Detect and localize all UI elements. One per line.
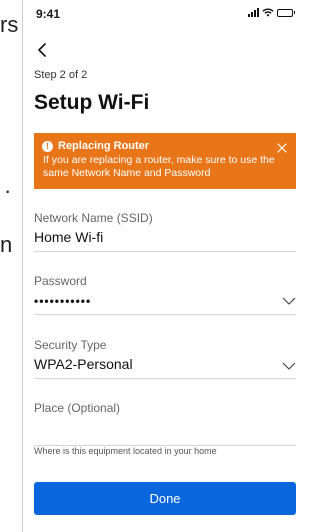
place-input[interactable] — [34, 419, 296, 441]
warning-icon: ! — [42, 140, 53, 152]
alert-title: Replacing Router — [58, 140, 150, 152]
battery-icon — [277, 8, 295, 17]
alert-message: If you are replacing a router, make sure… — [43, 154, 275, 179]
password-input[interactable]: ••••••••••• — [34, 294, 296, 310]
chevron-down-icon[interactable] — [282, 362, 296, 370]
place-field[interactable]: Place (Optional) — [34, 401, 296, 446]
page-title: Setup Wi-Fi — [34, 91, 150, 114]
close-icon[interactable] — [277, 143, 287, 153]
field-underline — [34, 378, 296, 379]
alert-header: ! Replacing Router — [42, 140, 288, 152]
password-label: Password — [34, 274, 87, 288]
background-text-fragment: · — [4, 178, 12, 203]
background-text-fragment: n — [0, 232, 13, 257]
password-field[interactable]: Password ••••••••••• — [34, 274, 296, 315]
network-name-label: Network Name (SSID) — [34, 211, 153, 225]
network-name-input[interactable]: Home Wi-fi — [34, 229, 296, 247]
chevron-down-icon[interactable] — [282, 297, 296, 305]
security-type-label: Security Type — [34, 338, 107, 352]
status-bar: 9:41 — [23, 0, 309, 32]
page: rs · n 9:41 Step 2 of 2 Setup Wi-Fi ! Re… — [0, 0, 309, 532]
network-name-field[interactable]: Network Name (SSID) Home Wi-fi — [34, 211, 296, 252]
status-icons — [248, 8, 295, 17]
step-indicator: Step 2 of 2 — [34, 69, 88, 81]
field-underline — [34, 251, 296, 252]
phone-screen: 9:41 Step 2 of 2 Setup Wi-Fi ! Replacing… — [22, 0, 309, 532]
background-text-fragment: rs — [0, 12, 19, 37]
signal-icon — [248, 8, 259, 17]
replacing-router-alert: ! Replacing Router If you are replacing … — [34, 133, 296, 189]
done-button[interactable]: Done — [34, 482, 296, 515]
place-hint: Where is this equipment located in your … — [34, 446, 217, 456]
security-type-field[interactable]: Security Type WPA2-Personal — [34, 338, 296, 379]
place-label: Place (Optional) — [34, 401, 121, 415]
chevron-left-icon[interactable] — [33, 40, 53, 60]
field-underline — [34, 314, 296, 315]
status-time: 9:41 — [36, 7, 61, 21]
security-type-select[interactable]: WPA2-Personal — [34, 356, 296, 374]
wifi-icon — [262, 8, 274, 17]
